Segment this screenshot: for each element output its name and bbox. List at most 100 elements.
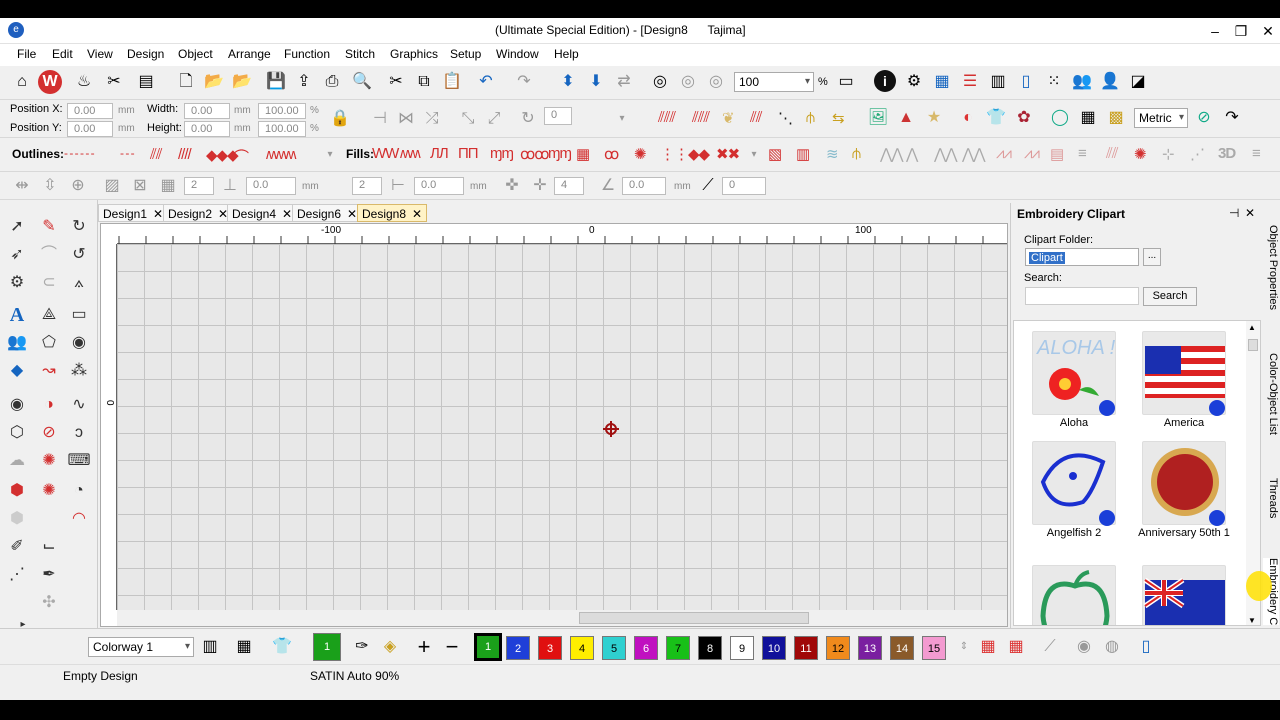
menu-edit[interactable]: Edit — [52, 47, 73, 61]
tab-object-properties[interactable]: Object Properties — [1263, 225, 1279, 310]
fill-chain-icon[interactable]: ꝏ — [604, 145, 619, 165]
pen-tool-icon[interactable]: ✒ — [36, 562, 62, 588]
outline-diamond-icon[interactable]: ◆◆◆ — [206, 146, 239, 166]
outline-arc-icon[interactable]: ⌒ — [234, 146, 249, 166]
curve-tool-icon[interactable]: ↝ — [36, 358, 62, 384]
center-icon[interactable]: ⊕ — [66, 174, 90, 198]
monogram-icon[interactable]: ◆ — [4, 358, 30, 384]
fill-pattern-icon[interactable]: ⊹ — [1162, 145, 1175, 165]
clipart-search-input[interactable] — [1025, 287, 1139, 305]
tab-design8[interactable]: Design8 ✕ — [357, 204, 428, 222]
node-icon[interactable]: ⌒ — [36, 242, 62, 268]
clipart-folder-field[interactable]: Clipart — [1025, 248, 1139, 266]
redo-icon[interactable]: ↷ — [512, 70, 536, 94]
thread-swatch-7[interactable]: 7 — [666, 636, 690, 660]
outline-running-icon[interactable]: - - - - - - — [64, 146, 95, 166]
export-icon[interactable]: ⇪ — [292, 70, 316, 94]
knife-icon[interactable]: ⟋ — [696, 174, 720, 198]
fill-radial-icon[interactable]: ✺ — [1134, 145, 1147, 165]
garment-icon[interactable]: 👕 — [270, 635, 294, 659]
travel-icon[interactable]: ⇄ — [612, 70, 636, 94]
thread-swatch-12[interactable]: 12 — [826, 636, 850, 660]
thread-swatch-1[interactable]: 1 — [474, 633, 502, 661]
copies-field[interactable]: 2 — [184, 177, 214, 195]
knife-tool-icon[interactable]: ⊘ — [36, 420, 62, 446]
radial-count-field[interactable]: 4 — [554, 177, 584, 195]
travel-stitch-icon[interactable]: ⋱ — [778, 109, 793, 129]
tab-design6[interactable]: Design6 ✕ — [292, 204, 363, 222]
grid-dots-icon[interactable]: ⁙ — [1042, 70, 1066, 94]
thread-swatch-5[interactable]: 5 — [602, 636, 626, 660]
shapes-icon[interactable]: ▲ — [894, 106, 918, 130]
thread-spool-icon[interactable]: ▯ — [1134, 635, 1158, 659]
fill-cross-icon[interactable]: ✖✖ — [716, 145, 740, 165]
clipboard-icon[interactable]: ▤ — [134, 70, 158, 94]
team-names-icon[interactable]: 👥 — [4, 330, 30, 356]
array3-icon[interactable]: ▦ — [156, 174, 180, 198]
tab-close-icon[interactable]: ✕ — [412, 207, 422, 221]
menu-object[interactable]: Object — [178, 47, 213, 61]
hoop-next-icon[interactable]: ◎ — [676, 70, 700, 94]
tab-color-object-list[interactable]: Color-Object List — [1263, 353, 1279, 435]
knife-field[interactable]: 0 — [722, 177, 766, 195]
clipart-item-australia[interactable] — [1134, 561, 1234, 625]
thread-swatch-11[interactable]: 11 — [794, 636, 818, 660]
line-icon[interactable]: ⟋ — [1038, 635, 1062, 659]
fill-motif-icon[interactable]: ⋮⋮ — [660, 145, 689, 165]
leaf-stitch-icon[interactable]: ❦ — [722, 109, 735, 129]
palette-icon[interactable]: ▥ — [198, 635, 222, 659]
info-icon[interactable]: i — [874, 70, 896, 92]
sewing-machine-icon[interactable]: ⌨ — [66, 448, 92, 474]
color-grid-icon[interactable]: ▦ — [232, 635, 256, 659]
scroll-down-icon[interactable]: ▼ — [1248, 616, 1256, 625]
tools-icon[interactable]: ✂ — [102, 70, 126, 94]
reshape-icon[interactable]: ✎ — [36, 214, 62, 240]
select-arrow-icon[interactable]: ➚ — [4, 214, 30, 240]
menu-setup[interactable]: Setup — [450, 47, 481, 61]
select-point-icon[interactable]: ➶ — [4, 242, 30, 268]
paste-icon[interactable]: 📋 — [440, 70, 464, 94]
node-path-icon[interactable]: ⟁ — [36, 302, 62, 328]
fill-star-icon[interactable]: ✺ — [634, 145, 647, 165]
fill-fan-icon[interactable]: ⫛ — [852, 145, 861, 165]
clipart-item-apple[interactable] — [1024, 561, 1124, 625]
star-icon[interactable]: ★ — [922, 106, 946, 130]
menu-window[interactable]: Window — [496, 47, 539, 61]
loop-tool-icon[interactable]: ↄ — [66, 420, 92, 446]
tab-design1[interactable]: Design1 ✕ — [98, 204, 169, 222]
color-film-icon[interactable]: ▦ — [1004, 635, 1028, 659]
machine-icon[interactable]: ⚙ — [902, 70, 926, 94]
array2-icon[interactable]: ⊠ — [128, 174, 152, 198]
rows-field[interactable]: 2 — [352, 177, 382, 195]
skew-alt-icon[interactable]: ⤢ — [482, 107, 506, 131]
spiral2-icon[interactable]: ↺ — [66, 242, 92, 268]
hoop-prev-icon[interactable]: ◎ — [704, 70, 728, 94]
fill-spikes4-icon[interactable]: ⋀⋀ — [962, 145, 986, 165]
clipart-item-anniversary[interactable]: Anniversary 50th 1 — [1134, 437, 1234, 547]
paint-icon[interactable]: ⚙ — [4, 270, 30, 296]
chain-stitch-icon[interactable]: ⇆ — [832, 109, 845, 129]
outline-blanket-icon[interactable]: ʍʍʍ — [266, 146, 296, 166]
rotate-free-icon[interactable]: ⤮ — [420, 107, 444, 131]
eye-tool-icon[interactable]: ◉ — [66, 330, 92, 356]
fill-hair-icon[interactable]: ⫽⫽ — [1106, 145, 1118, 165]
outline-satin-icon[interactable]: //// — [178, 146, 192, 166]
undo-icon[interactable]: ↶ — [474, 70, 498, 94]
fill-fur2-icon[interactable]: ⩘⩘ — [1024, 145, 1040, 165]
flower-tool-icon[interactable]: ✺ — [36, 448, 62, 474]
colorway-select[interactable]: Colorway 1 — [88, 637, 194, 657]
ellipse-tool-icon[interactable]: ⊂ — [36, 270, 62, 296]
menu-arrange[interactable]: Arrange — [228, 47, 271, 61]
app-logo-icon[interactable]: e — [8, 22, 24, 38]
sequence-icon[interactable]: ☰ — [958, 70, 982, 94]
fill-hatch-icon[interactable]: ▥ — [796, 145, 810, 165]
menu-design[interactable]: Design — [127, 47, 164, 61]
grid-icon[interactable]: ▦ — [1076, 106, 1100, 130]
sphere-icon[interactable]: ◍ — [1100, 635, 1124, 659]
row-spacing-field[interactable]: 0.0 — [414, 177, 464, 195]
stitch-player-icon[interactable]: ⬍ — [556, 70, 580, 94]
rotate-field[interactable]: 0 — [544, 107, 572, 125]
pin-icon[interactable]: ⊣ — [1229, 206, 1239, 220]
balloon-icon[interactable]: ♨ — [72, 70, 96, 94]
units-select[interactable]: Metric — [1134, 108, 1188, 128]
